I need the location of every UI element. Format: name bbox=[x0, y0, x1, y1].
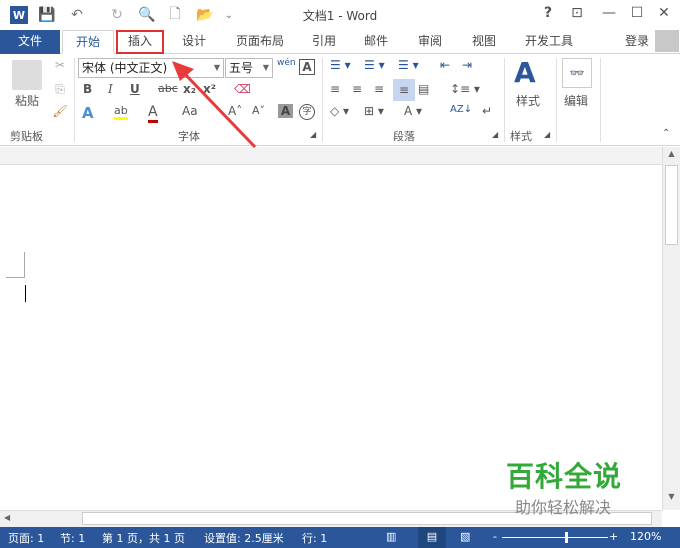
italic-button[interactable]: I bbox=[108, 82, 113, 96]
bullets-icon[interactable]: ☰ ▾ bbox=[330, 58, 351, 72]
bold-button[interactable]: B bbox=[83, 82, 92, 96]
shading-icon[interactable]: ◇ ▾ bbox=[330, 104, 349, 118]
enclose-chars-button[interactable]: 字 bbox=[299, 104, 315, 120]
justify-icon[interactable]: ≡ bbox=[393, 79, 415, 101]
ribbon: 粘贴 ✂ ⎘ 🖌 剪贴板 宋体 (中文正文) ▼ 五号 ▼ wén A B I U … bbox=[0, 54, 680, 146]
web-layout-icon[interactable]: ▧ bbox=[460, 530, 470, 543]
chinese-layout-icon[interactable]: A ▾ bbox=[404, 104, 422, 118]
increase-indent-icon[interactable]: ⇥ bbox=[462, 58, 472, 72]
align-center-icon[interactable]: ≡ bbox=[352, 82, 362, 96]
print-layout-icon[interactable]: ▤ bbox=[418, 527, 446, 548]
find-binoculars-icon[interactable]: 👓 bbox=[562, 58, 592, 88]
watermark-title: 百科全说 bbox=[506, 460, 623, 493]
char-shading-button[interactable]: A bbox=[278, 104, 293, 118]
styles-group-label: 样式 bbox=[510, 130, 532, 143]
signin-link[interactable]: 登录 bbox=[620, 30, 654, 54]
zoom-out-button[interactable]: - bbox=[493, 530, 497, 543]
zoom-slider[interactable] bbox=[502, 537, 608, 538]
collapse-ribbon-icon[interactable]: ⌃ bbox=[662, 128, 670, 139]
tab-references[interactable]: 引用 bbox=[304, 30, 344, 54]
margin-corner-mark bbox=[24, 252, 25, 278]
zoom-in-button[interactable]: + bbox=[609, 530, 618, 543]
tab-developer[interactable]: 开发工具 bbox=[516, 30, 582, 54]
align-left-icon[interactable]: ≡ bbox=[330, 82, 340, 96]
line-spacing-icon[interactable]: ↕≡ ▾ bbox=[450, 82, 480, 96]
help-button[interactable]: ? bbox=[536, 5, 560, 21]
close-button[interactable]: ✕ bbox=[652, 5, 676, 21]
minimize-button[interactable]: — bbox=[597, 5, 621, 21]
styles-button[interactable]: 样式 bbox=[516, 92, 540, 109]
text-cursor bbox=[25, 285, 26, 302]
align-right-icon[interactable]: ≡ bbox=[374, 82, 384, 96]
watermark-subtitle: 助你轻松解决 bbox=[515, 498, 612, 517]
cut-icon[interactable]: ✂ bbox=[52, 58, 68, 72]
numbering-icon[interactable]: ☰ ▾ bbox=[364, 58, 385, 72]
tab-home[interactable]: 开始 bbox=[62, 30, 114, 54]
ribbon-display-button[interactable]: ⊡ bbox=[565, 5, 589, 21]
ribbon-tabs: 文件 开始 插入 设计 页面布局 引用 邮件 审阅 视图 开发工具 登录 bbox=[0, 30, 680, 54]
status-page[interactable]: 页面: 1 bbox=[8, 530, 44, 546]
styles-dialog-launcher[interactable]: ◢ bbox=[544, 130, 550, 139]
paste-icon[interactable] bbox=[12, 60, 42, 90]
tab-mailings[interactable]: 邮件 bbox=[356, 30, 396, 54]
char-border-icon[interactable]: A bbox=[299, 59, 315, 75]
vertical-scrollbar[interactable]: ▲ ▼ bbox=[662, 147, 680, 510]
title-bar: W 💾 ↶ ↻ 🔍 🗋 📂 ⌄ 文档1 - Word ? ⊡ — ☐ ✕ bbox=[0, 0, 680, 30]
styles-icon[interactable]: A bbox=[514, 56, 536, 89]
clipboard-group-label: 剪贴板 bbox=[10, 130, 43, 143]
read-mode-icon[interactable]: ▥ bbox=[386, 530, 396, 543]
font-dialog-launcher[interactable]: ◢ bbox=[310, 130, 316, 139]
status-line[interactable]: 行: 1 bbox=[302, 530, 327, 546]
zoom-slider-thumb[interactable] bbox=[565, 532, 568, 543]
tab-view[interactable]: 视图 bbox=[464, 30, 504, 54]
show-marks-icon[interactable]: ↵ bbox=[482, 104, 492, 118]
vertical-scroll-thumb[interactable] bbox=[665, 165, 678, 245]
font-color-icon[interactable]: A bbox=[148, 104, 158, 123]
page-top-margin bbox=[0, 147, 662, 165]
tab-design[interactable]: 设计 bbox=[172, 30, 216, 54]
avatar[interactable] bbox=[655, 30, 679, 52]
zoom-level[interactable]: 120% bbox=[630, 530, 661, 543]
paste-button[interactable]: 粘贴 bbox=[10, 92, 44, 109]
scroll-down-icon[interactable]: ▼ bbox=[665, 492, 678, 505]
tab-layout[interactable]: 页面布局 bbox=[226, 30, 294, 54]
paragraph-group-label: 段落 bbox=[393, 130, 415, 143]
status-setting[interactable]: 设置值: 2.5厘米 bbox=[204, 530, 284, 546]
format-painter-icon[interactable]: 🖌 bbox=[52, 104, 68, 118]
tab-review[interactable]: 审阅 bbox=[410, 30, 450, 54]
scroll-left-icon[interactable]: ◀ bbox=[4, 513, 10, 522]
copy-icon[interactable]: ⎘ bbox=[52, 82, 68, 97]
borders-icon[interactable]: ⊞ ▾ bbox=[364, 104, 384, 118]
editing-button[interactable]: 编辑 bbox=[564, 92, 588, 109]
decrease-indent-icon[interactable]: ⇤ bbox=[440, 58, 450, 72]
paragraph-dialog-launcher[interactable]: ◢ bbox=[492, 130, 498, 139]
multilevel-list-icon[interactable]: ☰ ▾ bbox=[398, 58, 419, 72]
phonetic-guide-icon[interactable]: wén bbox=[277, 58, 296, 68]
highlight-color-icon[interactable]: ab bbox=[114, 104, 128, 120]
annotation-arrow bbox=[172, 61, 257, 149]
sort-icon[interactable]: AZ↓ bbox=[450, 104, 472, 115]
tab-file[interactable]: 文件 bbox=[0, 30, 60, 54]
distributed-icon[interactable]: ▤ bbox=[418, 82, 429, 96]
text-effects-icon[interactable]: A bbox=[82, 104, 94, 122]
margin-corner-mark bbox=[6, 277, 24, 278]
status-page-count[interactable]: 第 1 页，共 1 页 bbox=[102, 530, 185, 546]
scroll-up-icon[interactable]: ▲ bbox=[665, 149, 678, 162]
font-name-value: 宋体 (中文正文) bbox=[82, 61, 168, 75]
status-section[interactable]: 节: 1 bbox=[60, 530, 85, 546]
maximize-button[interactable]: ☐ bbox=[625, 5, 649, 21]
underline-button[interactable]: U bbox=[130, 82, 140, 96]
status-bar: 页面: 1 节: 1 第 1 页，共 1 页 设置值: 2.5厘米 行: 1 ▥… bbox=[0, 527, 680, 548]
tab-insert[interactable]: 插入 bbox=[116, 30, 164, 54]
